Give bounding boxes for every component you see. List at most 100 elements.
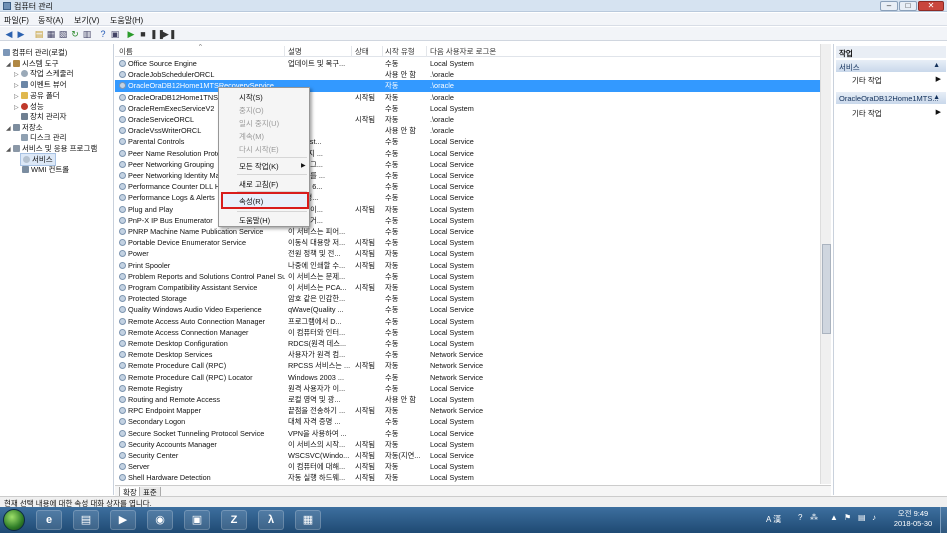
service-row[interactable]: Server 이 컴퓨터에 대해... 시작됨 자동 Local System: [115, 461, 821, 472]
close-button[interactable]: ✕: [918, 1, 944, 11]
service-row[interactable]: Secure Socket Tunneling Protocol Service…: [115, 428, 821, 439]
tree-node-wmi-control[interactable]: WMI 컨트롤: [22, 164, 69, 175]
tree-node-event-viewer[interactable]: ▷ 이벤트 뷰어: [14, 79, 67, 90]
chrome-icon[interactable]: ◉: [147, 510, 173, 530]
actions-more-selected[interactable]: 기타 작업: [852, 108, 882, 119]
maximize-button[interactable]: □: [899, 1, 917, 11]
filezilla-icon[interactable]: Z: [221, 510, 247, 530]
acrobat-icon[interactable]: λ: [258, 510, 284, 530]
pause-service-icon[interactable]: ❚❚: [150, 29, 165, 39]
service-row[interactable]: Remote Procedure Call (RPC) RPCSS 서비스는 ..…: [115, 360, 821, 371]
expand-icon[interactable]: ▷: [14, 82, 21, 89]
service-row[interactable]: Program Compatibility Assistant Service 이…: [115, 282, 821, 293]
help-icon[interactable]: ?: [798, 513, 802, 522]
expand-icon[interactable]: ▷: [14, 104, 21, 111]
tray-tools-icon[interactable]: ⁂: [810, 513, 818, 522]
service-row[interactable]: Problem Reports and Solutions Control Pa…: [115, 271, 821, 282]
service-row[interactable]: Office Source Engine 업데이트 및 복구... 수동 Local …: [115, 58, 821, 69]
volume-icon[interactable]: ♪: [872, 513, 876, 522]
service-row[interactable]: Secondary Logon 대체 자격 증명 ... 수동 Local Syste…: [115, 416, 821, 427]
start-button[interactable]: [3, 509, 25, 531]
service-row[interactable]: Print Spooler 나중에 인쇄할 수... 시작됨 자동 Local Syst…: [115, 260, 821, 271]
menu-item-pause[interactable]: 일시 중지(U): [239, 118, 279, 129]
menu-item-start[interactable]: 시작(S): [239, 92, 263, 103]
menu-item-properties[interactable]: 속성(R): [239, 196, 263, 207]
service-row[interactable]: Routing and Remote Access 로컬 영역 및 광... 사용 …: [115, 394, 821, 405]
tree-node-shared-folders[interactable]: ▷ 공유 폴더: [14, 90, 60, 101]
forward-icon[interactable]: ▶: [16, 29, 26, 39]
internet-explorer-icon[interactable]: e: [36, 510, 62, 530]
start-service-icon[interactable]: ▶: [126, 29, 136, 39]
vertical-scrollbar[interactable]: [820, 44, 831, 484]
help-icon[interactable]: ?: [98, 29, 108, 39]
show-desktop-button[interactable]: [940, 507, 947, 533]
column-header-logon-as[interactable]: 다음 사용자로 로그온: [430, 46, 530, 57]
collapse-arrow-icon[interactable]: ▲: [933, 62, 940, 69]
collapse-icon[interactable]: ◢: [6, 146, 13, 153]
collapse-icon[interactable]: ◢: [6, 61, 13, 68]
tree-node-disk-management[interactable]: 디스크 관리: [21, 132, 67, 143]
menu-item-restart[interactable]: 다시 시작(E): [239, 144, 279, 155]
file-explorer-icon[interactable]: ▤: [73, 510, 99, 530]
menu-help[interactable]: 도움말(H): [110, 15, 143, 26]
collapse-arrow-icon[interactable]: ▲: [933, 94, 940, 101]
tree-node-task-scheduler[interactable]: ▷ 작업 스케줄러: [14, 68, 73, 79]
service-row[interactable]: Shell Hardware Detection 자동 실행 하드웨... 시작됨 자…: [115, 472, 821, 483]
service-row[interactable]: Portable Device Enumerator Service 이동식 대용…: [115, 237, 821, 248]
service-row[interactable]: RPC Endpoint Mapper 끝점을 전송하기 ... 시작됨 자동 Netw…: [115, 405, 821, 416]
menu-view[interactable]: 보기(V): [74, 15, 99, 26]
menu-action[interactable]: 동작(A): [38, 15, 63, 26]
service-row[interactable]: Power 전원 정책 및 전... 시작됨 자동 Local System: [115, 248, 821, 259]
submenu-arrow-icon[interactable]: ▶: [936, 75, 941, 83]
expand-icon[interactable]: ▷: [14, 71, 21, 78]
service-row[interactable]: Remote Access Connection Manager 이 컴퓨터와 인…: [115, 327, 821, 338]
menu-item-all-tasks[interactable]: 모든 작업(K): [239, 161, 279, 172]
tree-node-device-manager[interactable]: 장치 관리자: [21, 111, 67, 122]
service-row[interactable]: Quality Windows Audio Video Experience qW…: [115, 304, 821, 315]
restart-service-icon[interactable]: ▶❚: [162, 29, 176, 39]
expand-icon[interactable]: ▷: [14, 93, 21, 100]
console-tree-icon[interactable]: ▦: [46, 29, 56, 39]
back-icon[interactable]: ◀: [4, 29, 14, 39]
service-row[interactable]: Security Center WSCSVC(Windo... 시작됨 자동(지연..…: [115, 450, 821, 461]
collapse-icon[interactable]: ◢: [6, 125, 13, 132]
media-player-icon[interactable]: ▶: [110, 510, 136, 530]
minimize-button[interactable]: –: [880, 1, 898, 11]
network-icon[interactable]: ▤: [858, 513, 866, 522]
service-row[interactable]: Remote Desktop Services 사용자가 원격 컴... 수동 Net…: [115, 349, 821, 360]
up-folder-icon[interactable]: ▤: [34, 29, 44, 39]
column-header-status[interactable]: 상태: [355, 46, 383, 57]
flag-icon[interactable]: ⚑: [844, 513, 851, 522]
actions-section-selected-service[interactable]: OracleOraDB12Home1MTS... ▲: [836, 92, 946, 104]
menu-item-stop[interactable]: 중지(O): [239, 105, 264, 116]
actions-section-services[interactable]: 서비스 ▲: [836, 60, 946, 72]
show-hidden-icons[interactable]: ▲: [830, 513, 838, 522]
menu-item-help[interactable]: 도움말(H): [239, 215, 270, 226]
export-icon[interactable]: ▧: [58, 29, 68, 39]
actions-more-services[interactable]: 기타 작업: [852, 75, 882, 86]
show-hide-icon[interactable]: ▣: [110, 29, 120, 39]
service-row[interactable]: Remote Access Auto Connection Manager 프로그…: [115, 316, 821, 327]
column-header-name[interactable]: 이름: [119, 46, 285, 57]
properties-icon[interactable]: ▥: [82, 29, 92, 39]
menu-file[interactable]: 파일(F): [4, 15, 29, 26]
service-row[interactable]: Security Accounts Manager 이 서비스의 시작... 시작됨…: [115, 439, 821, 450]
ime-indicator[interactable]: A 漢: [766, 514, 781, 525]
refresh-icon[interactable]: ↻: [70, 29, 80, 39]
service-row[interactable]: Remote Procedure Call (RPC) Locator Windo…: [115, 372, 821, 383]
tree-node-computer-management[interactable]: 컴퓨터 관리(로컬): [3, 47, 67, 58]
menu-item-refresh[interactable]: 새로 고침(F): [239, 179, 278, 190]
column-header-startup-type[interactable]: 시작 유형: [385, 46, 427, 57]
clock[interactable]: 오전 9:49 2018-05-30: [888, 509, 938, 529]
submenu-arrow-icon[interactable]: ▶: [936, 108, 941, 116]
stop-service-icon[interactable]: ■: [138, 29, 148, 39]
scrollbar-thumb[interactable]: [822, 244, 831, 334]
service-row[interactable]: OracleJobSchedulerORCL 사용 안 함 .\oracle: [115, 69, 821, 80]
column-header-description[interactable]: 설명: [288, 46, 352, 57]
service-row[interactable]: Protected Storage 암호 같은 민감한... 수동 Local Sys…: [115, 293, 821, 304]
service-row[interactable]: Remote Registry 원격 사용자가 이... 수동 Local Servi…: [115, 383, 821, 394]
computer-management-icon[interactable]: ▦: [295, 510, 321, 530]
service-row[interactable]: Remote Desktop Configuration RDCS(원격 데스..…: [115, 338, 821, 349]
menu-item-resume[interactable]: 계속(M): [239, 131, 264, 142]
app-icon[interactable]: ▣: [184, 510, 210, 530]
